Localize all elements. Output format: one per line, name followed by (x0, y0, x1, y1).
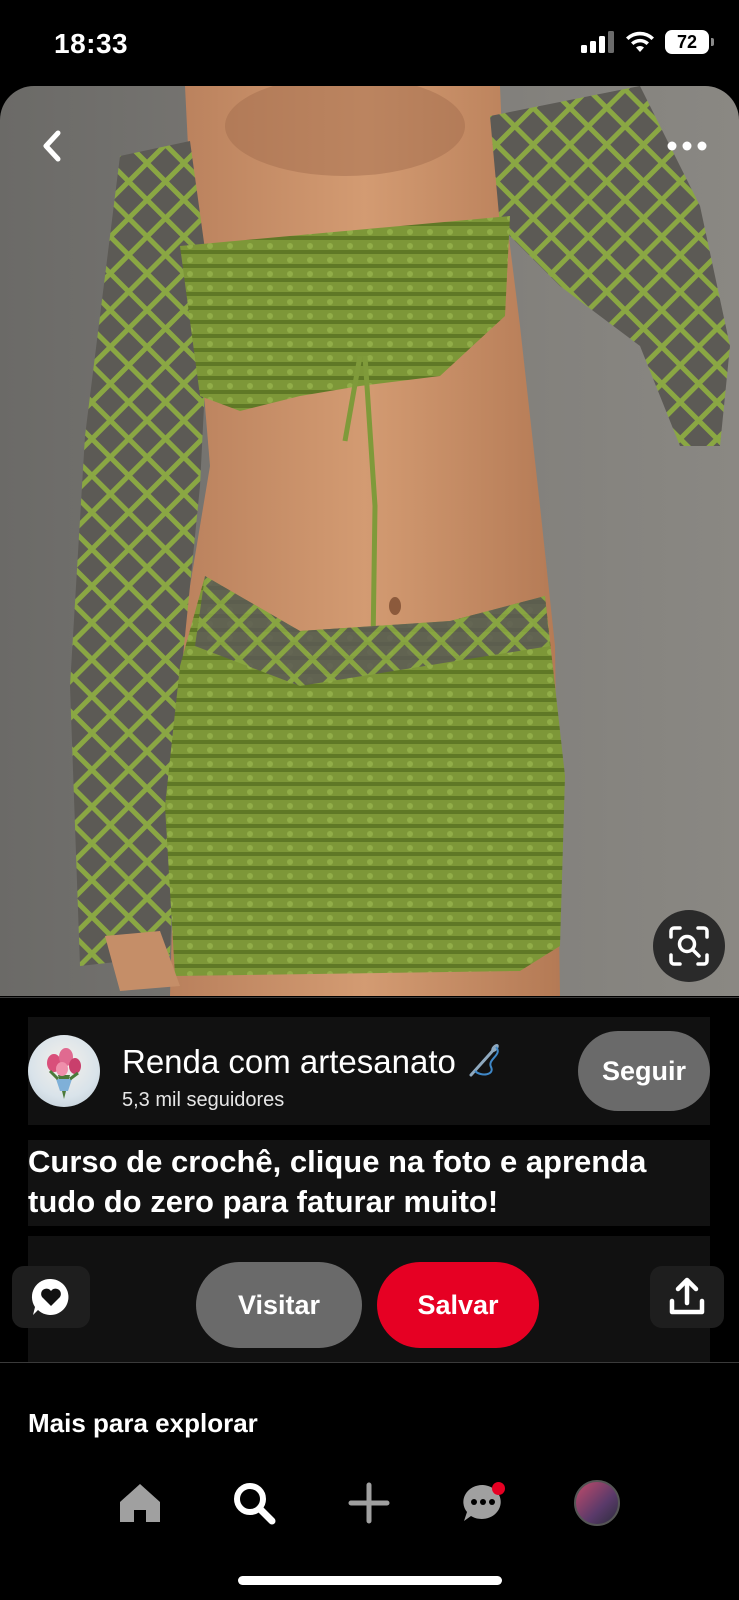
search-icon (234, 1483, 276, 1525)
status-time: 18:33 (54, 28, 129, 59)
bottom-tab-bar (0, 1468, 739, 1538)
battery-indicator: 72 (665, 30, 714, 54)
visual-search-button[interactable] (653, 910, 725, 982)
pin-description: Curso de crochê, clique na foto e aprend… (28, 1144, 647, 1219)
home-icon (120, 1484, 160, 1522)
battery-level: 72 (676, 31, 698, 52)
save-button[interactable]: Salvar (377, 1262, 539, 1348)
pin-image[interactable] (0, 86, 739, 996)
tab-profile[interactable] (567, 1468, 627, 1538)
creator-name-text: Renda com artesanato (122, 1043, 456, 1080)
status-bar: 18:33 72 (0, 0, 739, 88)
divider (0, 997, 739, 998)
more-horizontal-icon (667, 141, 707, 151)
creator-row: Renda com artesanato 5,3 mil seguidores … (28, 1017, 710, 1125)
cellular-signal-icon (581, 31, 614, 53)
divider (0, 1362, 739, 1363)
share-button[interactable] (650, 1266, 724, 1328)
home-indicator (238, 1576, 502, 1585)
pin-description-box: Curso de crochê, clique na foto e aprend… (28, 1140, 710, 1226)
comment-heart-icon (31, 1278, 69, 1315)
status-icons: 72 (581, 30, 714, 54)
notification-dot (492, 1482, 505, 1495)
chevron-left-icon (43, 130, 61, 162)
flower-bouquet-image (47, 1048, 81, 1099)
explore-heading: Mais para explorar (28, 1408, 258, 1438)
pin-photo (70, 86, 730, 996)
tab-create[interactable] (339, 1468, 399, 1538)
visit-button[interactable]: Visitar (196, 1262, 362, 1348)
visual-search-icon (669, 926, 709, 966)
share-icon (669, 1277, 705, 1315)
follow-button[interactable]: Seguir (578, 1031, 710, 1111)
more-options-button[interactable] (661, 120, 713, 172)
pin-actions: Visitar Salvar (12, 1236, 724, 1362)
tab-home[interactable] (110, 1468, 170, 1538)
back-button[interactable] (26, 120, 78, 172)
profile-avatar (574, 1480, 620, 1526)
comment-button[interactable] (12, 1266, 90, 1328)
creator-name[interactable]: Renda com artesanato (122, 1041, 503, 1081)
plus-icon (348, 1482, 390, 1524)
needle-thread-icon (469, 1043, 499, 1077)
tab-messages[interactable] (453, 1468, 513, 1538)
creator-avatar[interactable] (28, 1035, 100, 1107)
creator-followers: 5,3 mil seguidores (122, 1089, 285, 1111)
tab-search[interactable] (224, 1468, 284, 1538)
wifi-icon (626, 31, 654, 52)
